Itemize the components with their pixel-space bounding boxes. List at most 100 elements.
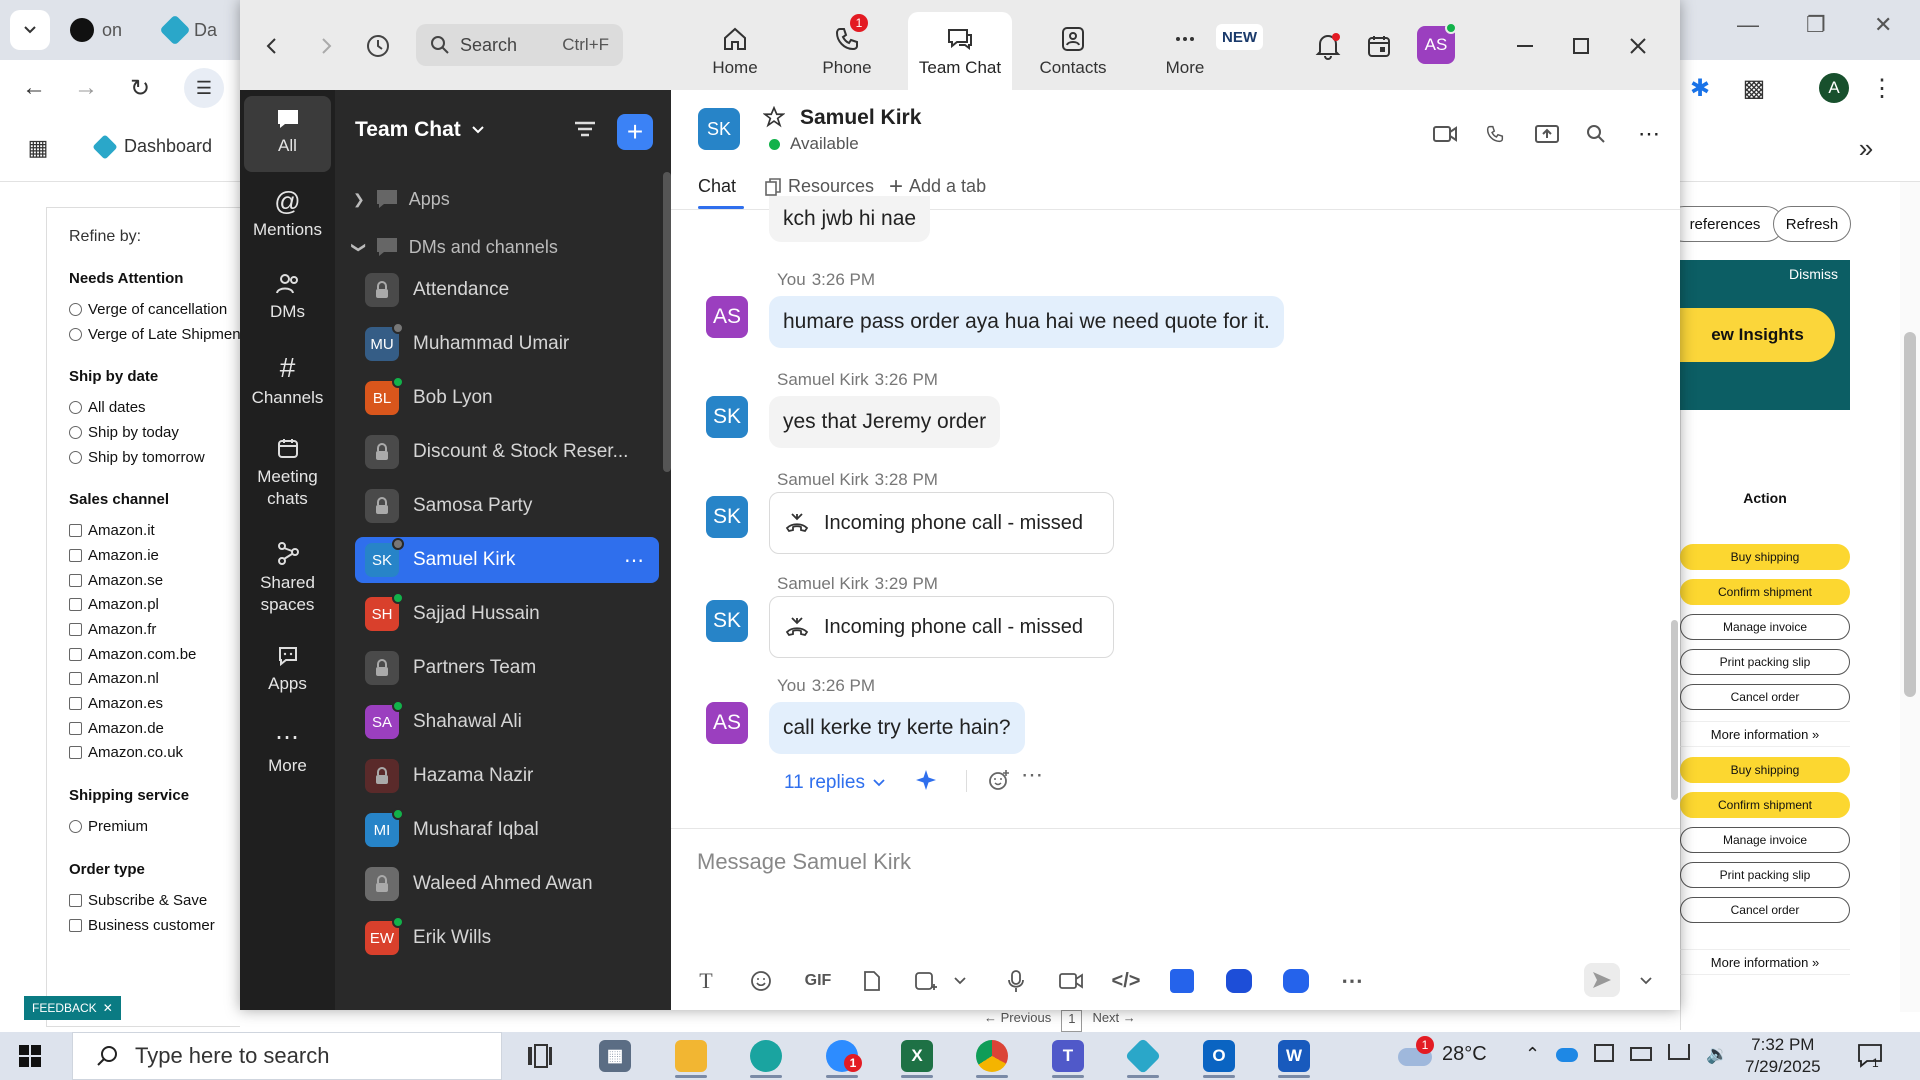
message-bubble[interactable]: call kerke try kerte hain?: [769, 702, 1025, 754]
nav-home[interactable]: Home: [683, 12, 787, 90]
dm-list-item[interactable]: Partners Team: [355, 645, 659, 691]
app-whiteboard-button[interactable]: [1224, 966, 1254, 996]
radio-button[interactable]: [69, 302, 82, 316]
checkbox[interactable]: [69, 647, 82, 661]
facet-option[interactable]: Ship by tomorrow: [69, 445, 240, 470]
view-insights-button[interactable]: ew Insights: [1680, 308, 1835, 362]
feedback-button[interactable]: FEEDBACK ✕: [24, 996, 121, 1020]
dm-list-item[interactable]: Discount & Stock Reser...: [355, 429, 659, 475]
radio-button[interactable]: [69, 450, 82, 464]
checkbox[interactable]: [69, 893, 82, 907]
network-icon[interactable]: [1668, 1044, 1691, 1060]
screenshot-button[interactable]: [911, 966, 941, 996]
facet-option[interactable]: Amazon.es: [69, 691, 240, 716]
notifications-button[interactable]: [1310, 28, 1346, 64]
manage-invoice-button[interactable]: Manage invoice: [1680, 614, 1850, 640]
taskbar-word[interactable]: W: [1266, 1036, 1322, 1078]
new-chat-button[interactable]: +: [617, 114, 653, 150]
contact-avatar[interactable]: SK: [698, 108, 740, 150]
facet-option[interactable]: Amazon.co.uk: [69, 741, 240, 766]
add-reaction-button[interactable]: [987, 768, 1011, 797]
screenshot-options-button[interactable]: [945, 966, 975, 996]
page-number[interactable]: 1: [1061, 1010, 1083, 1032]
back-arrow-icon[interactable]: ←: [14, 68, 54, 108]
tab-add[interactable]: + Add a tab: [889, 174, 986, 198]
more-tools-button[interactable]: ⋯: [1337, 966, 1367, 996]
missed-call-card[interactable]: Incoming phone call - missed: [769, 596, 1114, 658]
section-apps[interactable]: ❯ Apps: [353, 188, 450, 210]
rail-shared-spaces[interactable]: Shared spaces: [244, 540, 331, 616]
battery-icon[interactable]: [1630, 1047, 1653, 1061]
tab-chat[interactable]: Chat: [698, 176, 736, 197]
dm-list-item[interactable]: EW Erik Wills: [355, 915, 659, 961]
dismiss-link[interactable]: Dismiss: [1789, 266, 1838, 282]
more-information-link[interactable]: More information »: [1680, 721, 1850, 747]
extension-icon[interactable]: ✱: [1680, 68, 1720, 108]
share-screen-button[interactable]: [1531, 118, 1563, 150]
checkbox[interactable]: [69, 598, 82, 612]
checkbox[interactable]: [69, 918, 82, 932]
send-options-button[interactable]: [1631, 966, 1661, 996]
chat-list-scrollbar[interactable]: [663, 172, 671, 472]
video-call-button[interactable]: [1429, 118, 1461, 150]
chat-scrollbar-thumb[interactable]: [1671, 620, 1678, 800]
radio-button[interactable]: [69, 401, 82, 415]
facet-option[interactable]: Premium: [69, 814, 240, 839]
message-avatar[interactable]: SK: [706, 600, 748, 642]
dm-list-item[interactable]: BL Bob Lyon: [355, 375, 659, 421]
browser-tab-2[interactable]: Da: [159, 12, 217, 48]
puzzle-icon[interactable]: ▩: [1734, 68, 1774, 108]
section-dms-and-channels[interactable]: ❯ DMs and channels: [351, 236, 557, 258]
facet-option[interactable]: Verge of Late Shipment: [69, 322, 240, 347]
next-page-link[interactable]: Next →: [1092, 1010, 1135, 1032]
missed-call-card[interactable]: Incoming phone call - missed: [769, 492, 1114, 554]
previous-page-link[interactable]: ← Previous: [984, 1010, 1051, 1032]
browser-close[interactable]: ✕: [1874, 12, 1892, 38]
cancel-order-button[interactable]: Cancel order: [1680, 897, 1850, 923]
facet-option[interactable]: Ship by today: [69, 420, 240, 445]
minimize-button[interactable]: [1505, 28, 1545, 64]
voice-message-button[interactable]: [1001, 966, 1031, 996]
tab-search-button[interactable]: [10, 10, 50, 50]
checkbox[interactable]: [69, 672, 82, 686]
facet-option[interactable]: Amazon.se: [69, 568, 240, 593]
preferences-button[interactable]: references: [1666, 206, 1784, 242]
facet-option[interactable]: Amazon.com.be: [69, 642, 240, 667]
checkbox[interactable]: [69, 548, 82, 562]
message-bubble[interactable]: kch jwb hi nae: [769, 196, 931, 242]
start-button[interactable]: [18, 1044, 42, 1073]
rail-apps[interactable]: Apps: [244, 644, 331, 694]
taskbar-teams[interactable]: T: [1040, 1036, 1096, 1078]
clock[interactable]: 7:32 PM 7/29/2025: [1745, 1034, 1821, 1078]
message-avatar[interactable]: SK: [706, 396, 748, 438]
browser-minimize[interactable]: —: [1737, 12, 1759, 38]
message-avatar[interactable]: SK: [706, 496, 748, 538]
thread-replies-button[interactable]: 11 replies: [784, 772, 885, 794]
search-chat-button[interactable]: [1580, 118, 1612, 150]
more-options-button[interactable]: ⋯: [1633, 118, 1665, 150]
format-text-button[interactable]: T: [691, 966, 721, 996]
checkbox[interactable]: [69, 746, 82, 760]
rail-mentions[interactable]: @ Mentions: [244, 188, 331, 240]
dm-list-item[interactable]: Attendance: [355, 267, 659, 313]
close-icon[interactable]: ✕: [103, 1001, 113, 1015]
checkbox[interactable]: [69, 721, 82, 735]
dm-list-item[interactable]: Hazama Nazir: [355, 753, 659, 799]
close-window-button[interactable]: [1618, 28, 1658, 64]
facet-option[interactable]: Amazon.pl: [69, 593, 240, 618]
confirm-shipment-button[interactable]: Confirm shipment: [1680, 792, 1850, 818]
filter-button[interactable]: [571, 116, 601, 146]
video-message-button[interactable]: [1056, 966, 1086, 996]
browser-restore[interactable]: ❐: [1806, 12, 1826, 38]
send-button[interactable]: [1584, 963, 1620, 997]
taskbar-outlook[interactable]: O: [1191, 1036, 1247, 1078]
message-more-icon[interactable]: ⋯: [1021, 762, 1043, 788]
chevron-up-icon[interactable]: ⌃: [1525, 1044, 1540, 1065]
favorite-button[interactable]: [762, 105, 786, 133]
facet-option[interactable]: All dates: [69, 395, 240, 420]
app-notes-button[interactable]: [1167, 966, 1197, 996]
dm-list-item[interactable]: MU Muhammad Umair: [355, 321, 659, 367]
history-button[interactable]: [360, 28, 396, 64]
dm-list-item[interactable]: SH Sajjad Hussain: [355, 591, 659, 637]
audio-call-button[interactable]: [1479, 118, 1511, 150]
